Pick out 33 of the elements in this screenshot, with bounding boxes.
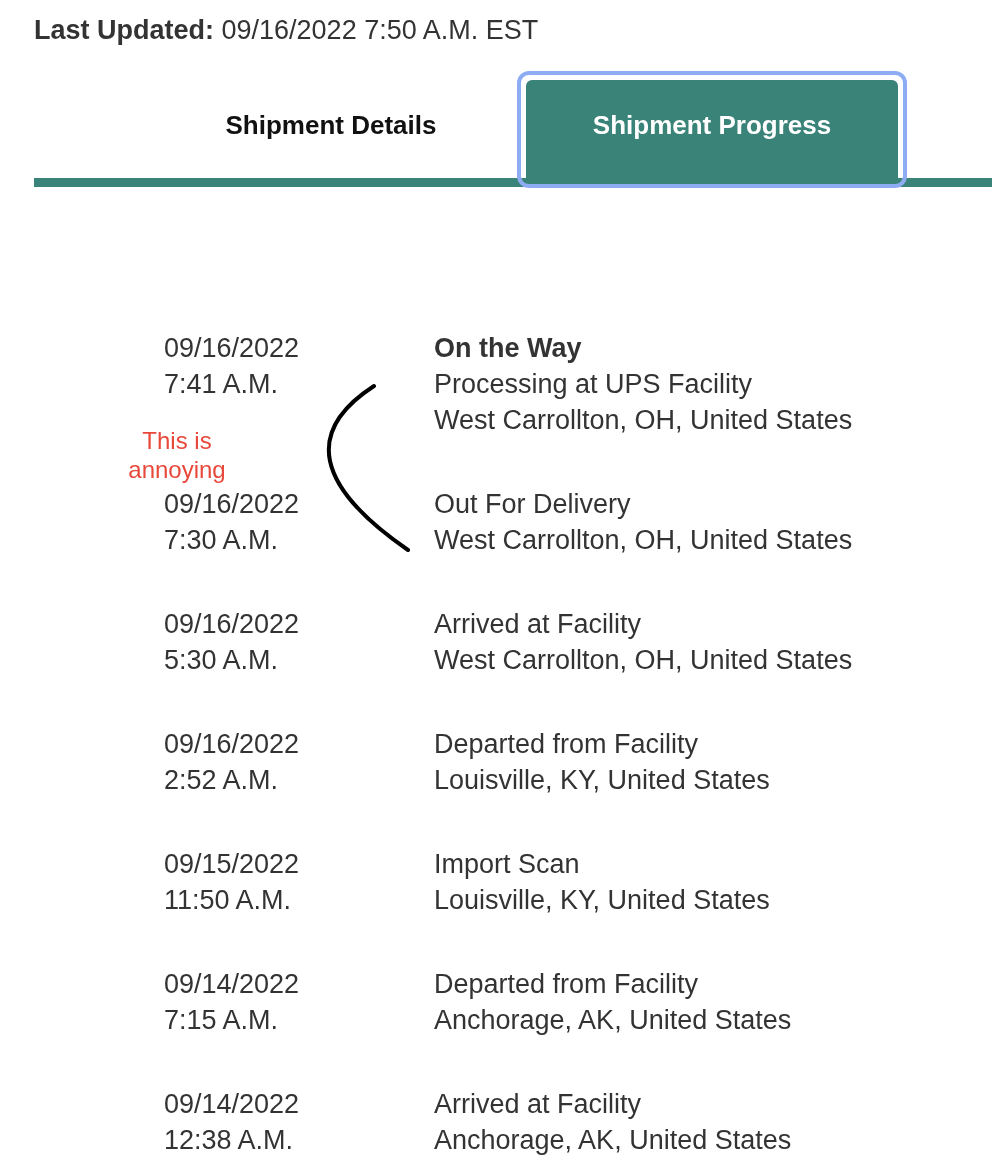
tab[interactable]: Shipment Details (145, 71, 517, 188)
event-activity: Departed from Facility (434, 728, 699, 761)
event-location: Louisville, KY, United States (434, 884, 770, 917)
event-location: Anchorage, AK, United States (434, 1124, 792, 1157)
event-time: 12:38 A.M. (164, 1124, 294, 1157)
event-time: 7:30 A.M. (164, 524, 279, 557)
annotation-note: This is annoying (127, 426, 227, 484)
event-location: Louisville, KY, United States (434, 764, 770, 797)
event-activity: Import Scan (434, 848, 580, 881)
event-date: 09/14/2022 (164, 1088, 300, 1121)
event-time: 5:30 A.M. (164, 644, 279, 677)
event-date: 09/14/2022 (164, 968, 300, 1001)
event-time: 7:15 A.M. (164, 1004, 279, 1037)
event-location: West Carrollton, OH, United States (434, 404, 853, 437)
event-activity: Arrived at Facility (434, 1088, 642, 1121)
event-activity: Departed from Facility (434, 968, 699, 1001)
event-time: 7:41 A.M. (164, 368, 279, 401)
event-activity: Processing at UPS Facility (434, 368, 753, 401)
event-time: 11:50 A.M. (164, 884, 292, 917)
event-date: 09/16/2022 (164, 332, 300, 365)
event-activity: Arrived at Facility (434, 608, 642, 641)
tab[interactable]: Shipment Progress (517, 71, 907, 188)
last-updated-text: Last Updated: 09/16/2022 7:50 A.M. EST (34, 14, 540, 46)
event-location: West Carrollton, OH, United States (434, 524, 853, 557)
event-date: 09/15/2022 (164, 848, 300, 881)
event-location: West Carrollton, OH, United States (434, 644, 853, 677)
event-location: Anchorage, AK, United States (434, 1004, 792, 1037)
event-status: On the Way (434, 332, 582, 365)
event-date: 09/16/2022 (164, 608, 300, 641)
event-date: 09/16/2022 (164, 728, 300, 761)
event-date: 09/16/2022 (164, 488, 300, 521)
event-time: 2:52 A.M. (164, 764, 279, 797)
event-activity: Out For Delivery (434, 488, 631, 521)
